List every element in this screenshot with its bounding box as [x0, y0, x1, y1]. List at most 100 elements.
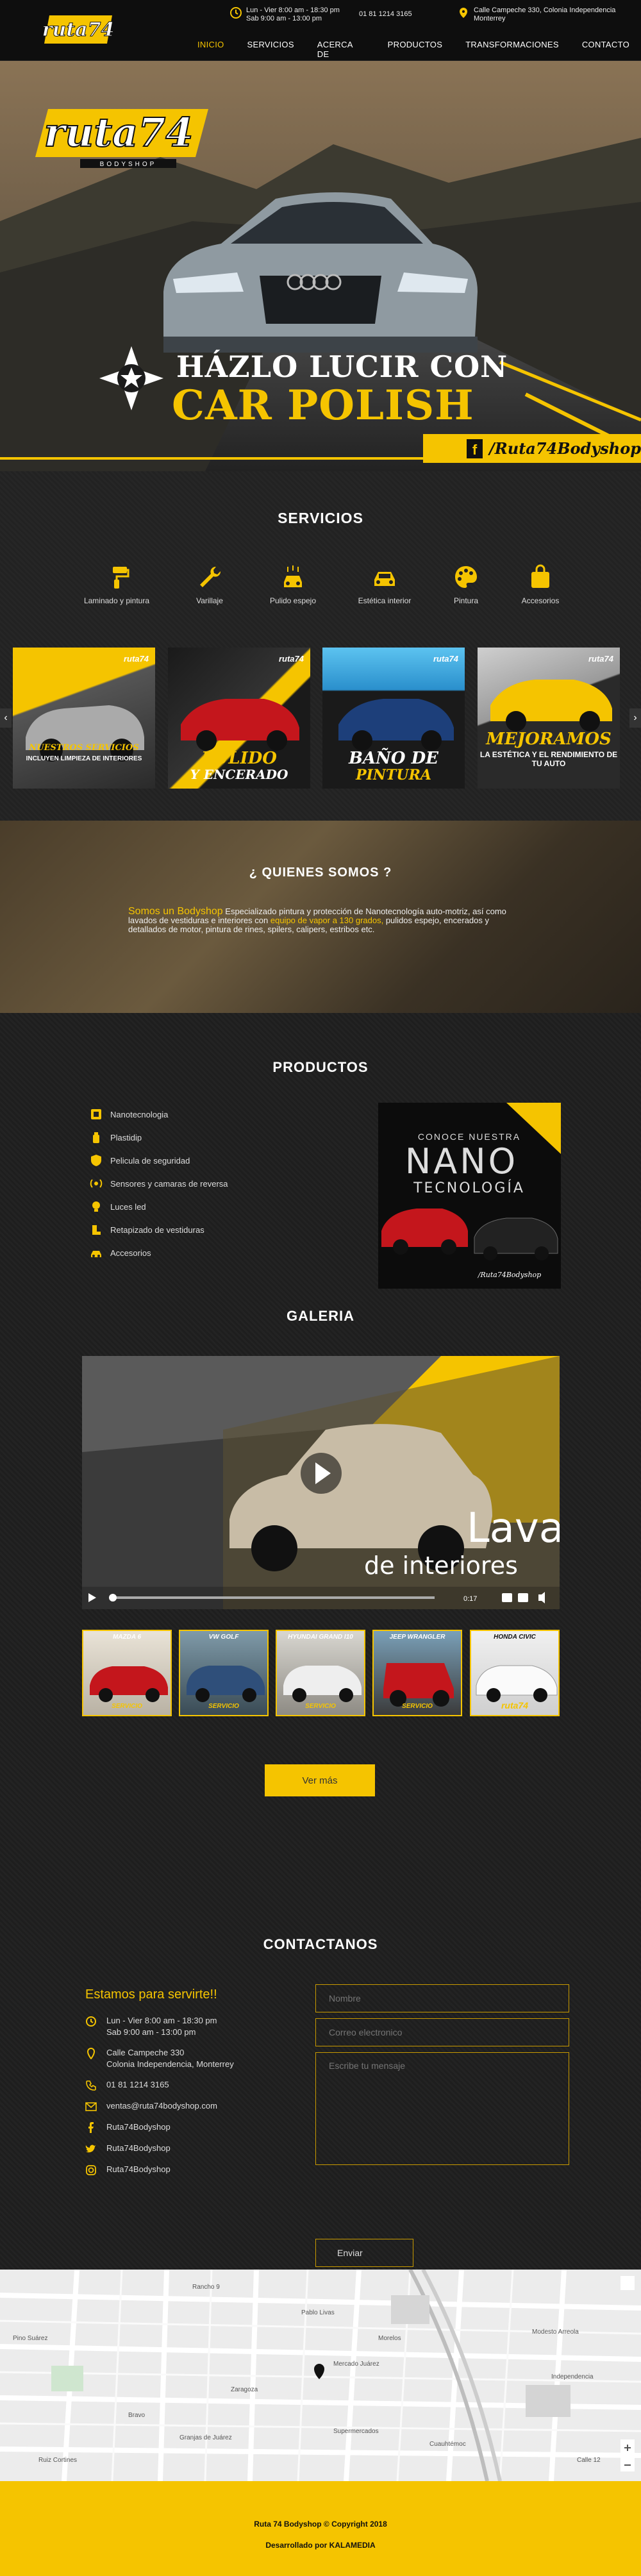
product-label: Plastidip — [110, 1132, 142, 1142]
product-label: Pelicula de seguridad — [110, 1155, 190, 1166]
contact-schedule-1: Lun - Vier 8:00 am - 18:30 pm — [106, 2016, 217, 2025]
nano-sub: TECNOLOGÍA — [413, 1180, 525, 1196]
card-caption-1: PULIDO — [201, 749, 277, 768]
mail-icon — [85, 2102, 97, 2111]
thumb-tag: ruta74 — [501, 1700, 529, 1710]
facebook-handle: /Ruta74Bodyshop — [489, 439, 641, 458]
thumb-label: MAZDA 6 — [112, 1634, 142, 1641]
contact-twitter-text: Ruta74Bodyshop — [106, 2143, 171, 2153]
gallery-thumb[interactable]: JEEP WRANGLER SERVICIO — [372, 1630, 462, 1716]
gallery-thumb[interactable]: VW GOLF SERVICIO — [179, 1630, 269, 1716]
about-highlight: equipo de vapor a 130 grados, — [270, 916, 384, 925]
schedule-info: Lun - Vier 8:00 am - 18:30 pm Sab 9:00 am… — [229, 6, 340, 23]
service-pulido[interactable]: Pulido espejo — [251, 564, 335, 605]
phone-text[interactable]: 01 81 1214 3165 — [359, 10, 412, 19]
facebook-icon: f — [467, 439, 483, 458]
share-icon[interactable] — [518, 1593, 528, 1602]
map-label: Mercado Juárez — [333, 2361, 379, 2368]
services-title: SERVICIOS — [278, 510, 363, 526]
footer-credits: Desarrollado por KALAMEDIA — [265, 2541, 376, 2550]
message-field[interactable] — [315, 2052, 569, 2165]
card-caption-2: INCLUYEN LIMPIEZA DE INTERIORES — [26, 755, 142, 762]
video-scrubber[interactable] — [109, 1594, 117, 1602]
hero-ruta74-logo: ruta74 BODYSHOP — [35, 108, 208, 168]
service-pintura[interactable]: Pintura — [424, 564, 508, 605]
thumb-tag: SERVICIO — [305, 1703, 336, 1710]
product-item[interactable]: Retapizado de vestiduras — [90, 1218, 333, 1241]
hero-logo-sub: BODYSHOP — [100, 161, 157, 168]
contact-instagram-text: Ruta74Bodyshop — [106, 2164, 171, 2174]
map-fullscreen-icon[interactable] — [620, 2276, 635, 2290]
card-brand: ruta74 — [123, 654, 149, 664]
contact-schedule: Lun - Vier 8:00 am - 18:30 pm Sab 9:00 am… — [85, 2015, 297, 2038]
service-card[interactable]: ruta74 PULIDO Y ENCERADO — [168, 648, 310, 789]
ver-mas-button[interactable]: Ver más — [265, 1764, 375, 1796]
contact-phone[interactable]: 01 81 1214 3165 — [85, 2079, 297, 2091]
product-item[interactable]: Nanotecnologia — [90, 1103, 333, 1126]
service-label: Laminado y pintura — [83, 596, 150, 605]
nano-banner[interactable]: CONOCE NUESTRA NANO TECNOLOGÍA /Ruta74Bo… — [378, 1103, 561, 1289]
map-label: Independencia — [551, 2373, 594, 2380]
contact-phone-text: 01 81 1214 3165 — [106, 2080, 169, 2089]
submit-button[interactable]: Enviar — [315, 2239, 413, 2267]
contact-twitter[interactable]: Ruta74Bodyshop — [85, 2143, 297, 2155]
contact-title: CONTACTANOS — [263, 1936, 378, 1952]
product-label: Accesorios — [110, 1248, 151, 1258]
location-pin-icon — [87, 2048, 96, 2059]
service-laminado[interactable]: Laminado y pintura — [75, 564, 158, 605]
address-info: Calle Campeche 330, Colonia Independenci… — [457, 6, 615, 23]
contact-facebook[interactable]: Ruta74Bodyshop — [85, 2121, 297, 2134]
watch-later-icon[interactable] — [502, 1593, 512, 1602]
service-estetica[interactable]: Estética interior — [343, 564, 426, 605]
product-label: Luces led — [110, 1201, 146, 1212]
service-accesorios[interactable]: Accesorios — [499, 564, 582, 605]
carousel-prev-button[interactable]: ‹ — [0, 708, 12, 728]
gallery-thumb[interactable]: MAZDA 6 SERVICIO — [82, 1630, 172, 1716]
service-card[interactable]: ruta74 MEJORAMOS LA ESTÉTICA Y EL RENDIM… — [478, 648, 620, 789]
product-item[interactable]: Pelicula de seguridad — [90, 1149, 333, 1172]
products-list: Nanotecnologia Plastidip Pelicula de seg… — [90, 1103, 333, 1264]
map-zoom-control[interactable] — [620, 2439, 635, 2471]
service-card[interactable]: ruta74 BAÑO DE PINTURA — [322, 648, 465, 789]
gallery-title: GALERIA — [287, 1308, 354, 1324]
video-frame: Lavado de interiores 0:17 — [82, 1356, 560, 1609]
shield-icon — [91, 1155, 101, 1166]
wrench-icon — [200, 566, 221, 587]
card-caption-2: LA ESTÉTICA Y EL RENDIMIENTO DE TU AUTO — [479, 750, 618, 768]
gallery-thumb[interactable]: HYUNDAI GRAND I10 SERVICIO — [276, 1630, 365, 1716]
product-item[interactable]: Plastidip — [90, 1126, 333, 1149]
facebook-icon — [88, 2122, 94, 2133]
thumb-label: HYUNDAI GRAND I10 — [288, 1634, 353, 1641]
map-label: Modesto Arreola — [532, 2329, 579, 2336]
nano-big: NANO — [405, 1141, 518, 1182]
map-label: Granjas de Juárez — [179, 2434, 232, 2441]
gallery-thumb[interactable]: HONDA CIVIC ruta74 — [470, 1630, 560, 1716]
paint-roller-icon — [113, 567, 129, 589]
contact-info: Estamos para servirte!! Lun - Vier 8:00 … — [85, 1987, 297, 2185]
facebook-banner[interactable]: f /Ruta74Bodyshop — [423, 434, 641, 463]
contact-instagram[interactable]: Ruta74Bodyshop — [85, 2164, 297, 2176]
name-field[interactable] — [315, 1984, 569, 2012]
service-card[interactable]: ruta74 NUESTROS SERVICIOS INCLUYEN LIMPI… — [13, 648, 155, 789]
location-map[interactable]: Rancho 9 Pablo Livas Morelos Mercado Juá… — [0, 2270, 641, 2481]
car-icon — [91, 1251, 101, 1257]
star-badge-icon — [99, 346, 163, 410]
contact-email[interactable]: ventas@ruta74bodyshop.com — [85, 2100, 297, 2112]
carousel-next-button[interactable]: › — [629, 708, 641, 728]
product-item[interactable]: Accesorios — [90, 1241, 333, 1264]
nano-fb: /Ruta74Bodyshop — [478, 1271, 541, 1279]
ruta74-logo[interactable]: ruta74 — [35, 12, 122, 47]
address-line-2: Monterrey — [474, 15, 506, 22]
video-player[interactable]: Lavado de interiores 0:17 — [82, 1356, 560, 1609]
product-item[interactable]: Luces led — [90, 1195, 333, 1218]
product-label: Sensores y camaras de reversa — [110, 1178, 228, 1189]
service-varillaje[interactable]: Varillaje — [168, 564, 251, 605]
video-text-2: de interiores — [364, 1551, 518, 1580]
email-field[interactable] — [315, 2018, 569, 2046]
schedule-line-2: Sab 9:00 am - 13:00 pm — [246, 15, 322, 22]
contact-schedule-2: Sab 9:00 am - 13:00 pm — [106, 2027, 196, 2037]
contact-address: Calle Campeche 330 Colonia Independencia,… — [85, 2047, 297, 2070]
product-item[interactable]: Sensores y camaras de reversa — [90, 1172, 333, 1195]
phone-icon — [86, 2080, 96, 2091]
seat-icon — [92, 1225, 101, 1235]
